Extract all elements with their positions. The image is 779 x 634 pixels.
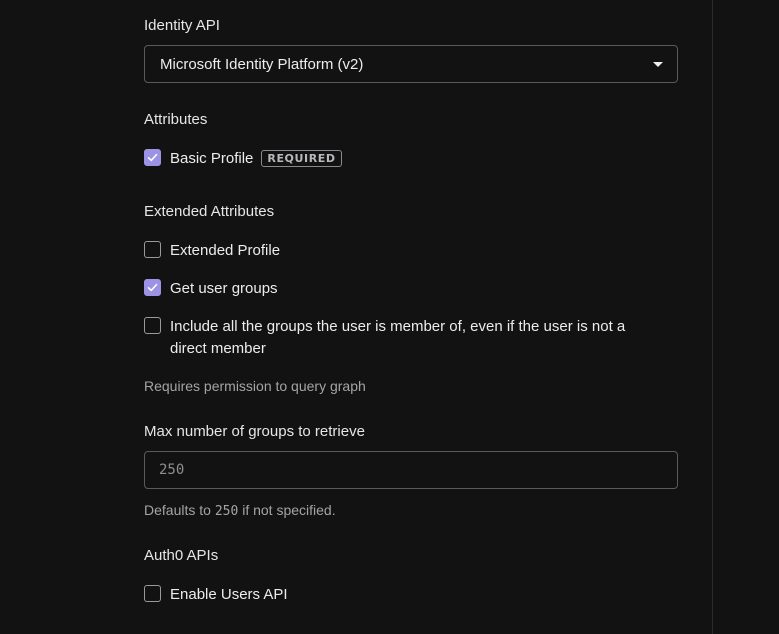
include-all-groups-label-line2: direct member <box>170 340 266 357</box>
extended-profile-checkbox-row[interactable]: Extended Profile <box>144 240 280 262</box>
enable-users-api-checkbox[interactable] <box>144 585 161 602</box>
panel-divider <box>712 0 713 634</box>
checkmark-icon <box>147 283 158 292</box>
include-all-groups-checkbox-row[interactable]: Include all the groups the user is membe… <box>144 316 625 360</box>
enable-users-api-checkbox-row[interactable]: Enable Users API <box>144 584 288 606</box>
basic-profile-checkbox[interactable] <box>144 149 161 166</box>
identity-api-selected-value: Microsoft Identity Platform (v2) <box>160 56 364 73</box>
max-groups-label: Max number of groups to retrieve <box>144 423 365 440</box>
basic-profile-checkbox-row[interactable]: Basic Profile REQUIRED <box>144 148 342 170</box>
max-groups-input[interactable] <box>144 451 678 489</box>
max-groups-helper-prefix: Defaults to <box>144 502 215 518</box>
extended-profile-label: Extended Profile <box>170 242 281 259</box>
extended-profile-checkbox[interactable] <box>144 241 161 258</box>
get-user-groups-label: Get user groups <box>170 280 278 297</box>
max-groups-helper: Defaults to 250 if not specified. <box>144 500 336 522</box>
max-groups-helper-code: 250 <box>214 504 239 519</box>
caret-down-icon <box>653 62 663 67</box>
max-groups-helper-suffix: if not specified. <box>238 502 336 518</box>
enable-users-api-label: Enable Users API <box>170 586 288 603</box>
checkmark-icon <box>147 153 158 162</box>
include-all-groups-label-line1: Include all the groups the user is membe… <box>170 318 626 335</box>
identity-api-label: Identity API <box>144 17 220 34</box>
attributes-heading: Attributes <box>144 111 208 128</box>
get-user-groups-checkbox[interactable] <box>144 279 161 296</box>
graph-permission-helper: Requires permission to query graph <box>144 378 366 394</box>
extended-attributes-heading: Extended Attributes <box>144 203 275 220</box>
basic-profile-label: Basic Profile <box>170 150 254 167</box>
get-user-groups-checkbox-row[interactable]: Get user groups <box>144 278 278 300</box>
include-all-groups-checkbox[interactable] <box>144 317 161 334</box>
required-badge: REQUIRED <box>261 150 342 167</box>
auth0-apis-heading: Auth0 APIs <box>144 547 219 564</box>
identity-api-select[interactable]: Microsoft Identity Platform (v2) <box>144 45 678 83</box>
